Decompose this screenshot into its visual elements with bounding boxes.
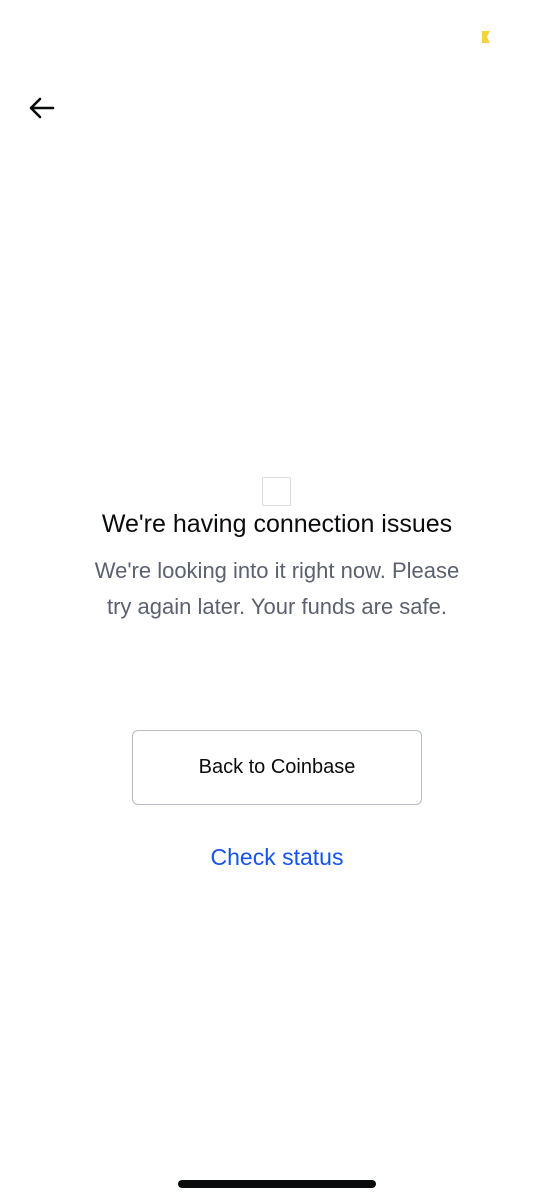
image-placeholder-icon: [262, 477, 291, 506]
error-message: We're looking into it right now. Please …: [94, 558, 460, 619]
home-indicator[interactable]: [178, 1180, 376, 1188]
back-button[interactable]: [22, 88, 62, 128]
check-status-link[interactable]: Check status: [0, 840, 554, 874]
battery-icon: [482, 31, 490, 43]
arrow-left-icon: [29, 97, 55, 119]
error-title: We're having connection issues: [101, 510, 453, 538]
back-to-coinbase-label: Back to Coinbase: [198, 756, 356, 778]
back-to-coinbase-button[interactable]: Back to Coinbase: [132, 730, 422, 805]
